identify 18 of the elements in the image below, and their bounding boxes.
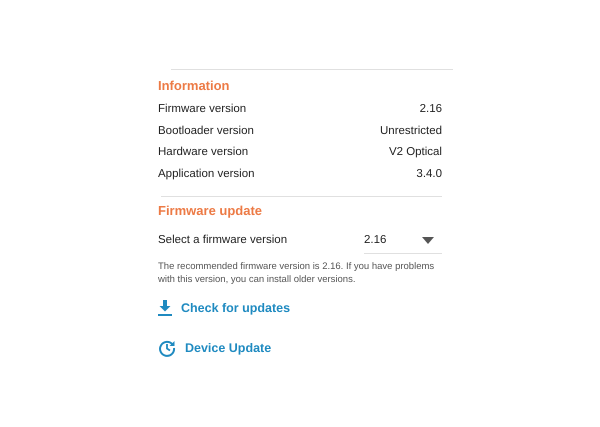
dropdown-caret-icon bbox=[422, 237, 434, 244]
action-link[interactable]: Check for updates bbox=[158, 297, 290, 319]
action-link[interactable]: Device Update bbox=[158, 337, 272, 359]
firmware-note: The recommended firmware version is 2.16. If you have problems with this version, you can install older versions. bbox=[158, 260, 436, 286]
select-label: Select a firmware version bbox=[158, 233, 288, 248]
download-icon bbox=[158, 300, 172, 316]
info-label: Application version bbox=[158, 166, 255, 182]
info-value: 3.4.0 bbox=[416, 166, 442, 182]
version-dropdown[interactable]: 2.16 bbox=[364, 228, 442, 254]
info-label: Bootloader version bbox=[158, 124, 254, 139]
section-title: Firmware update bbox=[158, 202, 264, 220]
info-label: Hardware version bbox=[158, 145, 248, 160]
info-value: V2 Optical bbox=[388, 145, 442, 160]
section-title: Information bbox=[158, 77, 230, 95]
info-value: 2.16 bbox=[420, 102, 442, 118]
info-label: Firmware version bbox=[158, 102, 246, 118]
clock-refresh-icon bbox=[158, 339, 176, 357]
info-value: Unrestricted bbox=[380, 124, 442, 139]
